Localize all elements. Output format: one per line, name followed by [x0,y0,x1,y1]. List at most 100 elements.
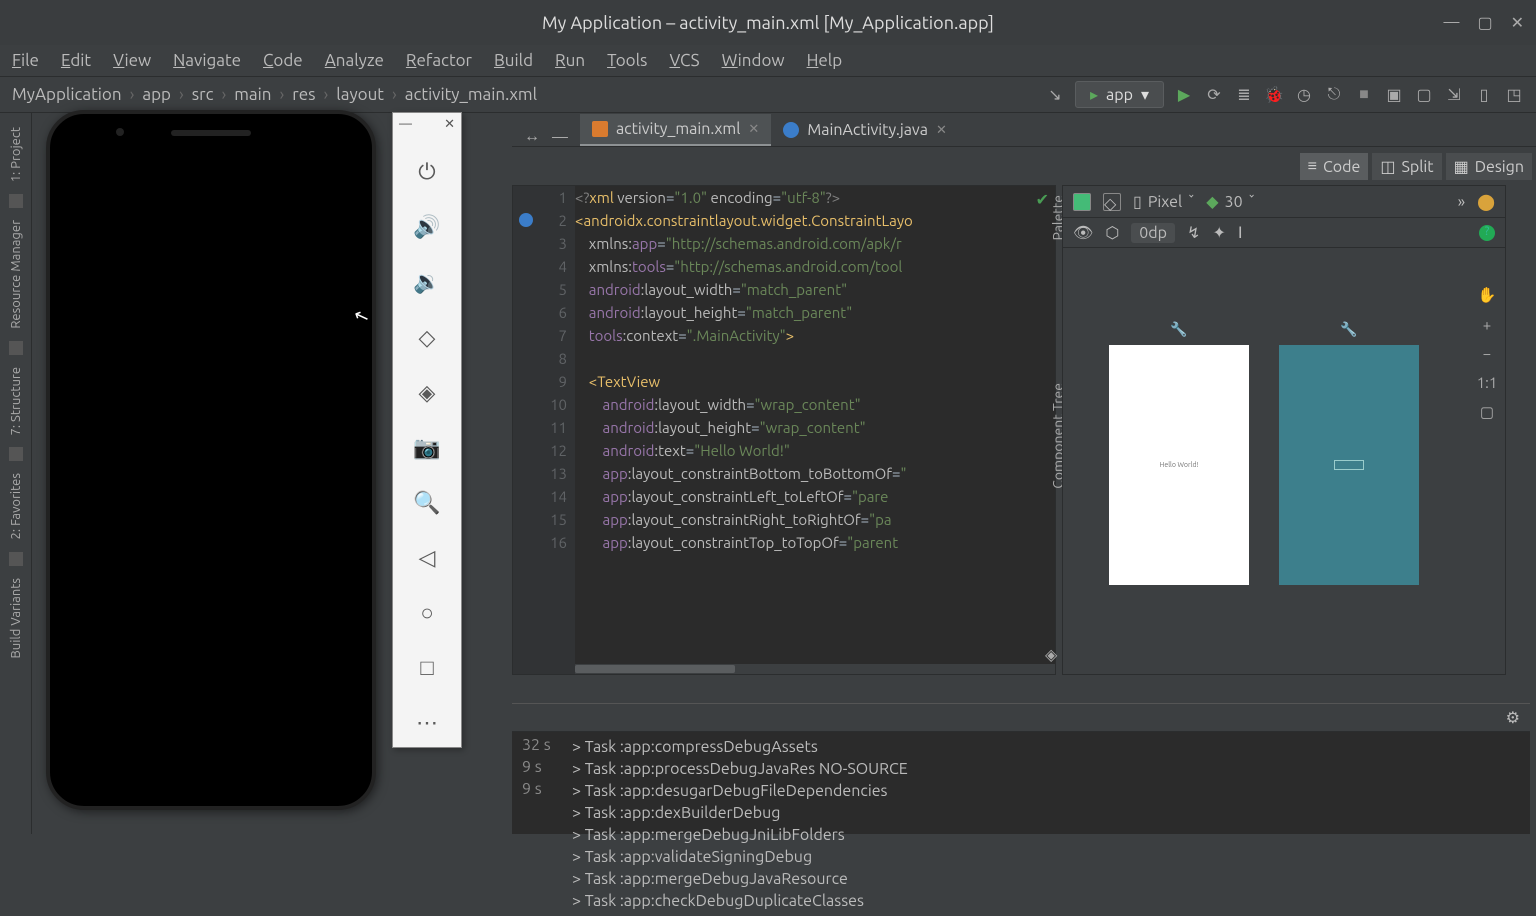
menu-help[interactable]: Help [807,51,843,70]
maximize-icon[interactable]: ▢ [1477,13,1492,32]
menu-run[interactable]: Run [555,51,585,70]
zoom-in-icon[interactable]: + [1483,316,1491,333]
wand-icon[interactable]: ✦ [1212,223,1225,242]
menu-edit[interactable]: Edit [61,51,91,70]
left-tab-resource-manager[interactable]: Resource Manager [7,214,25,335]
view-code[interactable]: ≡Code [1300,153,1369,180]
warning-icon[interactable]: ⬤ [1477,192,1495,211]
device-icon[interactable]: ▯ [1474,85,1494,105]
breadcrumb-item[interactable]: res [292,85,315,104]
breadcrumb-item[interactable]: app [142,85,171,104]
breadcrumb-item[interactable]: MyApplication [12,85,122,104]
overview-icon[interactable]: □ [403,645,451,692]
power-icon[interactable]: ⏻ [403,149,451,196]
device-selector[interactable]: ▯ Pixel ˇ [1133,192,1194,211]
emulator-device[interactable] [46,110,376,810]
settings-icon[interactable]: ⚙ [1506,708,1520,727]
eye-icon[interactable]: 👁 [1073,223,1093,242]
menu-code[interactable]: Code [263,51,303,70]
editor-hscroll[interactable] [575,664,1055,674]
attach-icon[interactable]: ⎋ [1324,85,1344,105]
emulator-controls: — ✕ ⏻ 🔊 🔉 ◇ ◈ 📷 🔍 ◁ ○ □ ⋯ [392,112,462,748]
design-surface[interactable]: Hello World! [1109,345,1249,585]
minimize-icon[interactable]: — [1444,13,1460,32]
hammer-icon[interactable]: ↘ [1045,85,1065,105]
view-split[interactable]: ◫Split [1372,153,1441,180]
tab-MainActivity-java[interactable]: MainActivity.java✕ [771,114,959,146]
close-icon[interactable]: ✕ [1511,13,1524,32]
titlebar: My Application – activity_main.xml [My_A… [0,0,1536,45]
breadcrumb-item[interactable]: layout [336,85,384,104]
menu-build[interactable]: Build [494,51,533,70]
surface-icon[interactable] [1073,193,1091,211]
run-target-selector[interactable]: ▸ app ▾ [1075,81,1164,108]
scrollbar-thumb[interactable] [575,665,735,673]
screenshot-icon[interactable]: 📷 [403,424,451,471]
more-icon[interactable]: ⋯ [403,700,451,747]
sdk-icon[interactable]: ▢ [1414,85,1434,105]
view-design[interactable]: ▦Design [1446,153,1532,180]
layers-icon[interactable]: ◈ [1045,645,1057,664]
rotate-right-icon[interactable]: ◈ [403,369,451,416]
menu-navigate[interactable]: Navigate [173,51,241,70]
zoom-icon[interactable]: 🔍 [403,479,451,526]
preview-body[interactable]: 🔧 Hello World! 🔧 [1063,256,1465,674]
back-icon[interactable]: ◁ [403,534,451,581]
menu-tools[interactable]: Tools [607,51,647,70]
stack-icon[interactable]: ≣ [1234,85,1254,105]
menu-refactor[interactable]: Refactor [406,51,472,70]
stop-icon[interactable]: ■ [1354,85,1374,105]
menu-view[interactable]: View [113,51,151,70]
profile-icon[interactable]: ◷ [1294,85,1314,105]
debug-icon[interactable]: 🐞 [1264,85,1284,105]
zoom-frame-icon[interactable]: ▢ [1480,403,1494,421]
help-icon[interactable]: ? [1479,225,1495,241]
code-editor[interactable]: 12345678910111213141516 <?xml version="1… [512,185,1056,675]
emu-close-icon[interactable]: ✕ [444,117,455,141]
cube-icon[interactable]: ◳ [1504,85,1524,105]
home-icon[interactable]: ○ [403,590,451,637]
orientation-icon[interactable]: ◇ [1103,193,1121,211]
preview-tools-icon[interactable]: 🔧 [1170,321,1187,338]
blueprint-surface[interactable] [1279,345,1419,585]
left-tab----project[interactable]: 1: Project [7,121,25,188]
tab-activity_main-xml[interactable]: activity_main.xml✕ [580,114,771,146]
minus-icon[interactable]: — [548,128,572,146]
api-selector[interactable]: ◆ 30 ˇ [1206,192,1254,211]
guideline-icon[interactable]: Ⅰ [1238,223,1243,242]
console-line: > Task :app:desugarDebugFileDependencies [572,780,1520,802]
window-controls: — ▢ ✕ [1444,13,1524,32]
apply-changes-icon[interactable]: ⟳ [1204,85,1224,105]
menu-file[interactable]: File [12,51,39,70]
overflow-icon[interactable]: » [1458,193,1466,211]
zoom-fit-label[interactable]: 1:1 [1477,374,1498,391]
sync-icon[interactable]: ⇲ [1444,85,1464,105]
left-tab----favorites[interactable]: 2: Favorites [7,467,25,545]
breadcrumb-item[interactable]: src [192,85,214,104]
default-margin[interactable]: 0dp [1131,223,1175,243]
rotate-left-icon[interactable]: ◇ [403,314,451,361]
avd-icon[interactable]: ▣ [1384,85,1404,105]
run-icon[interactable]: ▶ [1174,85,1194,105]
magnet-icon[interactable]: ⬡ [1105,223,1119,242]
pan-icon[interactable]: ✋ [1478,286,1497,304]
tab-close-icon[interactable]: ✕ [748,122,759,137]
blueprint-tools-icon[interactable]: 🔧 [1340,321,1357,338]
breadcrumb-item[interactable]: activity_main.xml [405,85,537,104]
editor-content[interactable]: <?xml version="1.0" encoding="utf-8"?><a… [575,186,1055,664]
textview-preview[interactable]: Hello World! [1159,461,1198,469]
left-tab----structure[interactable]: 7: Structure [7,361,25,441]
textview-blueprint[interactable] [1334,460,1364,470]
menu-vcs[interactable]: VCS [669,51,699,70]
tab-close-icon[interactable]: ✕ [936,123,947,138]
volume-up-icon[interactable]: 🔊 [403,204,451,251]
menu-analyze[interactable]: Analyze [325,51,384,70]
left-tab-build-variants[interactable]: Build Variants [7,572,25,664]
volume-down-icon[interactable]: 🔉 [403,259,451,306]
breadcrumb-item[interactable]: main [234,85,271,104]
menu-window[interactable]: Window [722,51,785,70]
collapse-icon[interactable]: ↔ [520,127,544,146]
zoom-out-icon[interactable]: − [1483,345,1491,362]
clear-icon[interactable]: ↯ [1187,223,1200,242]
emu-minimize-icon[interactable]: — [399,117,412,141]
